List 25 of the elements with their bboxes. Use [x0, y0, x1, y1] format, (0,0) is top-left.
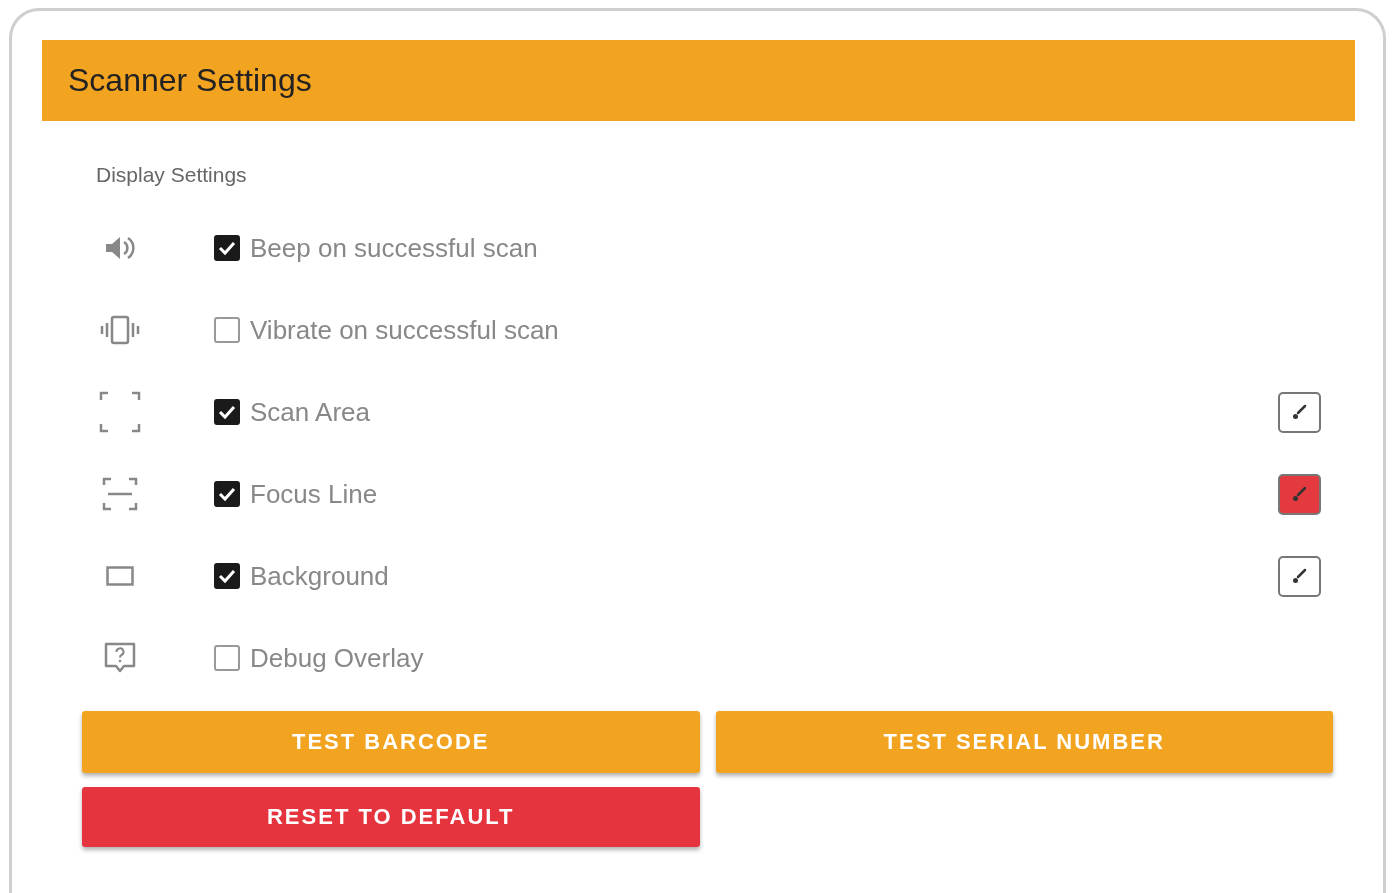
vibration-icon: [99, 315, 141, 345]
test-button[interactable]: TEST BARCODE: [82, 711, 700, 773]
option-label: Debug Overlay: [250, 642, 425, 674]
checkbox[interactable]: [214, 481, 240, 507]
test-button[interactable]: TEST SERIAL NUMBER: [715, 711, 1333, 773]
checkbox[interactable]: [214, 235, 240, 261]
color-picker-button[interactable]: [1278, 473, 1321, 515]
checkbox[interactable]: [214, 317, 240, 343]
option-label: Focus Line: [250, 478, 379, 510]
checkbox[interactable]: [214, 645, 240, 671]
rectangle-icon: [106, 566, 134, 586]
option-label: Scan Area: [250, 396, 371, 428]
header-title: Scanner Settings: [68, 62, 312, 99]
section-title: Display Settings: [96, 163, 248, 187]
option-label: Background: [250, 560, 390, 592]
reset-button[interactable]: RESET TO DEFAULT: [82, 787, 700, 847]
option-label: Beep on successful scan: [250, 232, 539, 264]
option-label: Vibrate on successful scan: [250, 314, 560, 346]
help-bubble-icon: [103, 641, 137, 675]
color-picker-button[interactable]: [1278, 555, 1321, 597]
checkbox[interactable]: [214, 399, 240, 425]
color-picker-button[interactable]: [1278, 391, 1321, 433]
focus-line-icon: [102, 477, 138, 511]
scan-frame-icon: [99, 391, 141, 433]
checkbox[interactable]: [214, 563, 240, 589]
